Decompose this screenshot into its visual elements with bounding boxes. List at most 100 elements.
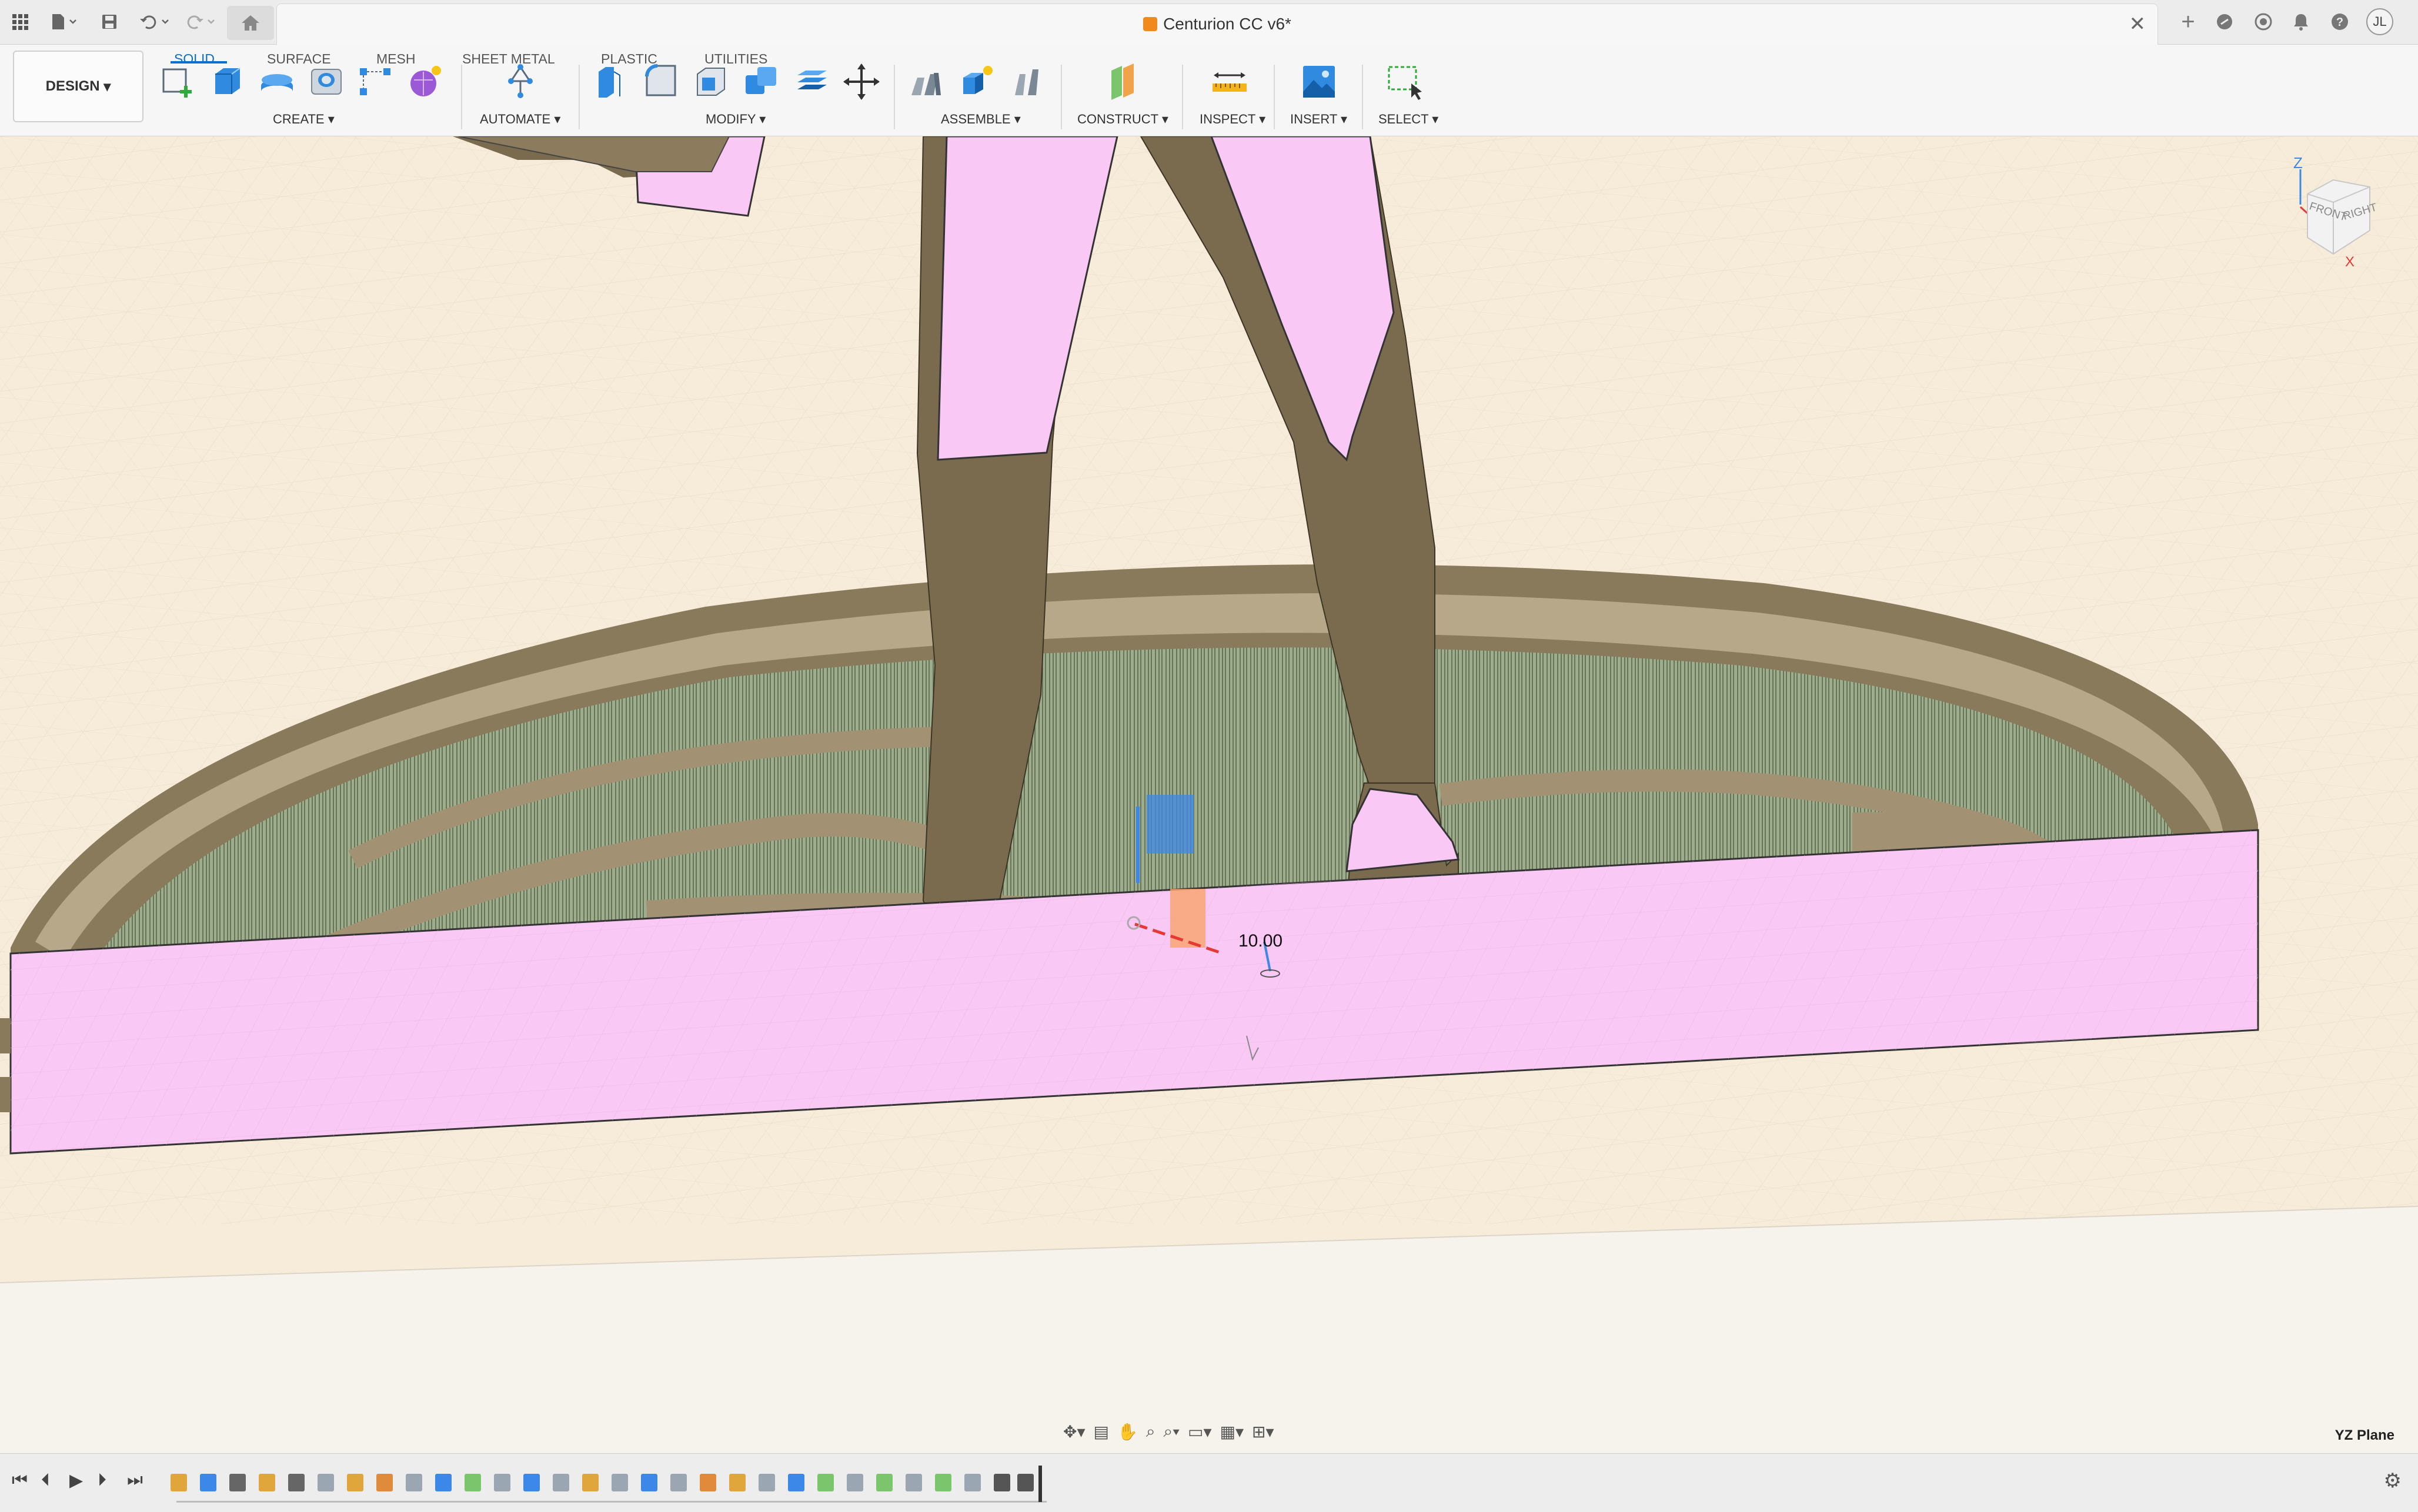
redo-icon[interactable] [181, 8, 219, 35]
dimension-input[interactable]: 10.00 [1238, 931, 1283, 951]
move-copy-icon[interactable] [842, 62, 881, 101]
timeline-feature[interactable] [553, 1474, 569, 1491]
timeline-feature[interactable] [318, 1474, 334, 1491]
press-pull-icon[interactable] [590, 62, 629, 101]
new-tab-icon[interactable]: + [2175, 8, 2202, 35]
model-canvas[interactable] [0, 136, 2418, 1453]
timeline-feature[interactable] [494, 1474, 510, 1491]
offset-face-icon[interactable] [793, 62, 831, 101]
joint-icon[interactable] [958, 62, 997, 101]
timeline-feature[interactable] [876, 1474, 893, 1491]
timeline-settings-gear-icon[interactable]: ⚙ [2384, 1469, 2402, 1493]
undo-icon[interactable] [136, 8, 174, 35]
timeline-feature[interactable] [200, 1474, 216, 1491]
title-bar: Centurion CC v6* ✕ + ? JL [0, 0, 2418, 45]
timeline-previous-icon[interactable]: ⏴ [41, 1470, 50, 1490]
timeline-play-icon[interactable]: ▶ [69, 1470, 83, 1491]
workspace-switcher-button[interactable]: DESIGN ▾ [13, 51, 143, 122]
timeline-feature[interactable] [612, 1474, 628, 1491]
user-avatar[interactable]: JL [2364, 8, 2396, 35]
timeline-feature[interactable] [935, 1474, 951, 1491]
timeline-feature[interactable] [759, 1474, 775, 1491]
extensions-icon[interactable] [2211, 8, 2238, 35]
timeline-feature[interactable] [1017, 1474, 1034, 1491]
timeline-feature[interactable] [288, 1474, 305, 1491]
timeline-marker[interactable] [1038, 1466, 1042, 1502]
display-settings-icon[interactable]: ▭▾ [1188, 1422, 1212, 1441]
timeline-feature[interactable] [523, 1474, 540, 1491]
timeline-feature[interactable] [847, 1474, 863, 1491]
timeline-feature[interactable] [347, 1474, 363, 1491]
manipulator-plane-handle[interactable] [1147, 795, 1194, 854]
timeline-feature[interactable] [817, 1474, 834, 1491]
timeline-feature[interactable] [994, 1474, 1010, 1491]
document-tab[interactable]: Centurion CC v6* ✕ [276, 4, 2158, 45]
navigation-bar: ✥▾ ▤ ✋ ⌕ ⌕▾ ▭▾ ▦▾ ⊞▾ [1063, 1418, 1274, 1445]
look-at-icon[interactable]: ▤ [1094, 1422, 1109, 1441]
select-group-label[interactable]: SELECT ▾ [1378, 112, 1438, 127]
pattern-icon[interactable] [356, 62, 395, 101]
close-tab-icon[interactable]: ✕ [2129, 12, 2146, 36]
create-group-label[interactable]: CREATE ▾ [273, 112, 335, 127]
file-menu-icon[interactable] [46, 8, 81, 35]
create-form-icon[interactable] [406, 62, 445, 101]
timeline-feature[interactable] [171, 1474, 187, 1491]
timeline-feature[interactable] [788, 1474, 804, 1491]
save-icon[interactable] [98, 8, 121, 35]
timeline-feature[interactable] [229, 1474, 246, 1491]
timeline-feature[interactable] [964, 1474, 981, 1491]
extrude-icon[interactable] [208, 62, 247, 101]
document-title: Centurion CC v6* [277, 15, 2158, 34]
pan-hand-icon[interactable]: ✋ [1117, 1422, 1138, 1441]
viewports-icon[interactable]: ⊞▾ [1252, 1422, 1274, 1441]
timeline-feature[interactable] [376, 1474, 393, 1491]
shell-icon[interactable] [692, 62, 730, 101]
assemble-group-label[interactable]: ASSEMBLE ▾ [941, 112, 1021, 127]
inspect-group-label[interactable]: INSPECT ▾ [1200, 112, 1265, 127]
construct-group-label[interactable]: CONSTRUCT ▾ [1077, 112, 1168, 127]
app-grid-icon[interactable] [8, 8, 32, 35]
insert-canvas-icon[interactable] [1300, 62, 1338, 101]
orbit-icon[interactable]: ✥▾ [1063, 1422, 1086, 1441]
timeline-feature[interactable] [670, 1474, 687, 1491]
new-component-icon[interactable] [908, 62, 947, 101]
automate-icon[interactable] [501, 62, 540, 101]
automate-group-label[interactable]: AUTOMATE ▾ [480, 112, 560, 127]
timeline-track[interactable] [176, 1501, 1047, 1503]
timeline-feature[interactable] [259, 1474, 275, 1491]
timeline-feature[interactable] [641, 1474, 657, 1491]
fillet-icon[interactable] [641, 62, 680, 101]
timeline-feature[interactable] [406, 1474, 422, 1491]
as-built-joint-icon[interactable] [1009, 62, 1048, 101]
timeline-feature[interactable] [906, 1474, 922, 1491]
modify-group-label[interactable]: MODIFY ▾ [706, 112, 766, 127]
slab-edge [0, 1077, 11, 1112]
timeline-feature[interactable] [729, 1474, 746, 1491]
zoom-icon[interactable]: ⌕ [1146, 1422, 1155, 1441]
zoom-window-icon[interactable]: ⌕▾ [1164, 1422, 1180, 1441]
timeline-last-icon[interactable]: ⏭ [127, 1470, 143, 1490]
viewcube-x-label: X [2345, 254, 2355, 270]
help-icon[interactable]: ? [2326, 8, 2353, 35]
select-window-icon[interactable] [1385, 62, 1424, 101]
ribbon-toolbar: DESIGN ▾ SOLID SURFACE MESH SHEET METAL … [0, 45, 2418, 136]
insert-group-label[interactable]: INSERT ▾ [1290, 112, 1347, 127]
grid-snaps-icon[interactable]: ▦▾ [1220, 1422, 1244, 1441]
timeline-first-icon[interactable]: ⏮ [12, 1470, 28, 1490]
timeline-feature[interactable] [465, 1474, 481, 1491]
timeline-feature[interactable] [435, 1474, 452, 1491]
revolve-icon[interactable] [258, 62, 296, 101]
combine-icon[interactable] [742, 62, 781, 101]
offset-plane-icon[interactable] [1103, 62, 1142, 101]
hole-icon[interactable] [307, 62, 346, 101]
timeline-next-icon[interactable]: ⏵ [98, 1470, 106, 1490]
notifications-bell-icon[interactable] [2287, 8, 2315, 35]
timeline-feature[interactable] [582, 1474, 599, 1491]
home-button[interactable] [227, 6, 274, 40]
timeline-feature[interactable] [700, 1474, 716, 1491]
3d-viewport[interactable]: Z X FRONT RIGHT 10.00 YZ Plane [0, 136, 2418, 1453]
measure-icon[interactable] [1210, 62, 1249, 101]
job-status-icon[interactable] [2250, 8, 2277, 35]
create-sketch-icon[interactable] [159, 62, 198, 101]
lower-plane [0, 1206, 2418, 1453]
